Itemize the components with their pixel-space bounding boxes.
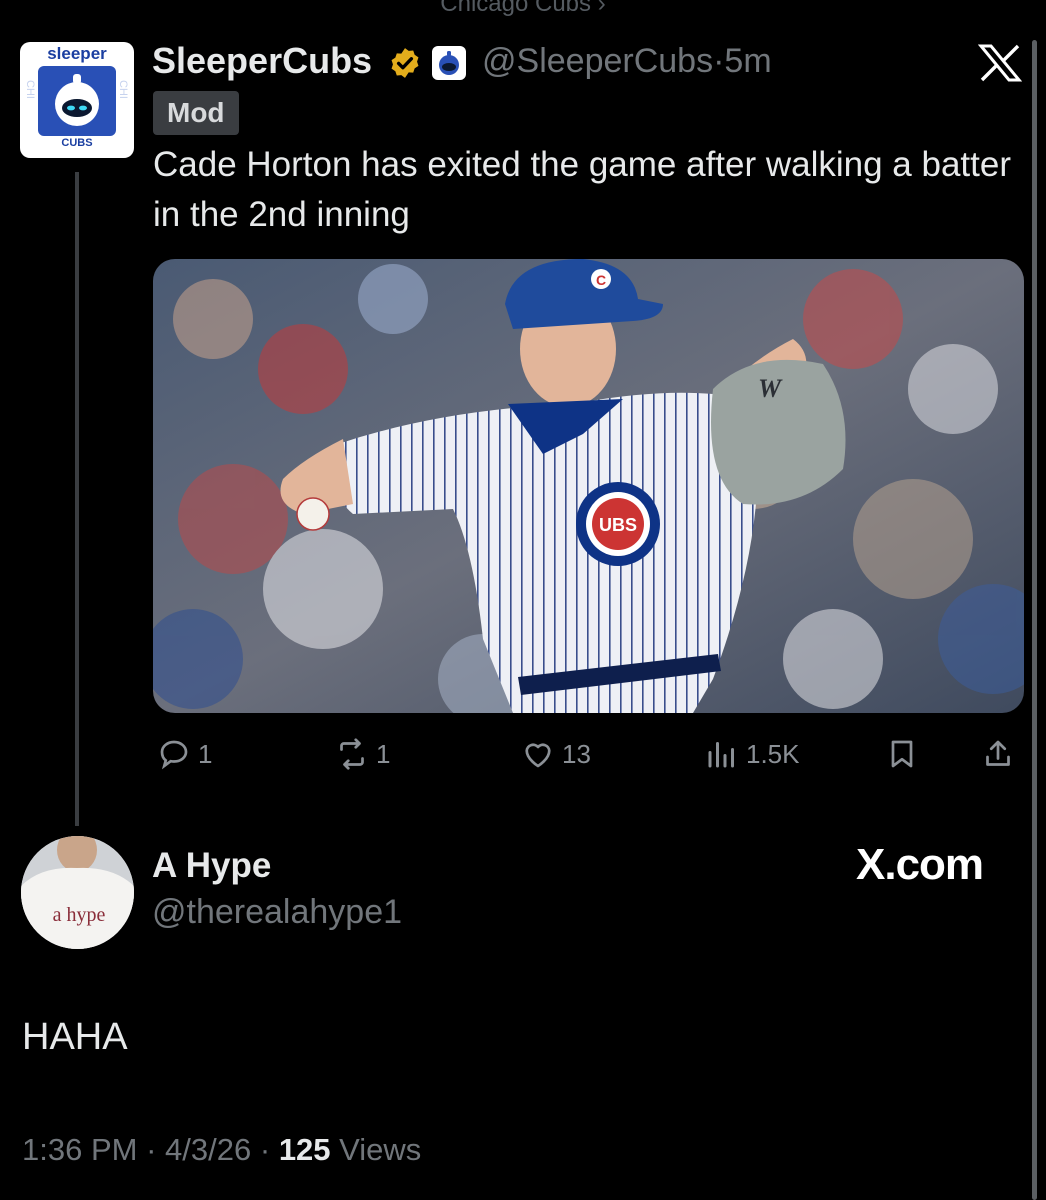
reply-date[interactable]: 4/3/26 [165, 1132, 251, 1167]
reply-button[interactable]: 1 [156, 732, 212, 776]
author-handle[interactable]: @SleeperCubs [482, 42, 713, 80]
reply-meta: 1:36 PM · 4/3/26 · 125 Views [22, 1132, 421, 1168]
thread-connector [75, 172, 79, 826]
author-handle-line[interactable]: @SleeperCubs·5m [482, 42, 772, 81]
avatar-shirt-text: a hype [53, 904, 106, 926]
repost-button[interactable]: 1 [334, 732, 390, 776]
repost-icon [340, 738, 364, 770]
views-count: 1.5K [746, 738, 800, 769]
cap-logo-text: C [596, 272, 606, 288]
x-logo-icon[interactable] [978, 44, 1022, 82]
x-com-watermark: X.com [856, 840, 984, 889]
glove-logo-text: W [758, 374, 783, 403]
avatar-side-left: CHI [24, 80, 36, 99]
avatar-side-right: CHI [117, 80, 129, 99]
separator: · [713, 42, 725, 80]
views-icon [708, 742, 734, 768]
bookmark-icon [891, 740, 913, 768]
like-icon [525, 743, 551, 768]
verified-badge-icon[interactable] [388, 46, 422, 80]
share-icon [986, 740, 1010, 766]
bookmark-button[interactable] [884, 732, 926, 776]
robot-mascot-icon [55, 74, 99, 126]
reply-author-handle[interactable]: @therealahype1 [152, 893, 402, 932]
avatar-team-text: CUBS [61, 137, 93, 149]
reply-count: 1 [198, 738, 213, 769]
reply-icon [160, 740, 188, 770]
views-button[interactable]: 1.5K [704, 732, 800, 776]
avatar-brand-text: sleeper [47, 44, 107, 63]
reply-views-count: 125 [278, 1132, 331, 1167]
reply-text: HAHA [22, 1016, 128, 1058]
like-count: 13 [562, 738, 591, 769]
mod-badge: Mod [153, 91, 239, 135]
sleepercubs-avatar[interactable]: sleeper CHI CHI CUBS [20, 42, 134, 158]
repost-count: 1 [376, 738, 391, 769]
ahype-avatar[interactable]: a hype [21, 836, 134, 949]
scrollbar[interactable] [1032, 40, 1037, 1200]
community-link[interactable]: Chicago Cubs › [0, 0, 1046, 18]
like-button[interactable]: 13 [520, 732, 591, 776]
tweet-text: Cade Horton has exited the game after wa… [153, 145, 1011, 234]
avatar-mascot-box [38, 66, 116, 136]
author-name[interactable]: SleeperCubs [152, 40, 372, 82]
reply-views-label: Views [339, 1132, 422, 1167]
reply-time[interactable]: 1:36 PM [22, 1132, 137, 1167]
affiliate-badge-icon[interactable] [432, 46, 466, 80]
tweet-time[interactable]: 5m [724, 42, 771, 80]
separator: · [146, 1132, 157, 1167]
jersey-logo-text: UBS [599, 515, 637, 535]
reply-author-name[interactable]: A Hype [152, 846, 271, 886]
separator: · [259, 1132, 271, 1167]
share-button[interactable] [980, 732, 1022, 776]
tweet-photo[interactable]: W C UBS [153, 259, 1024, 713]
